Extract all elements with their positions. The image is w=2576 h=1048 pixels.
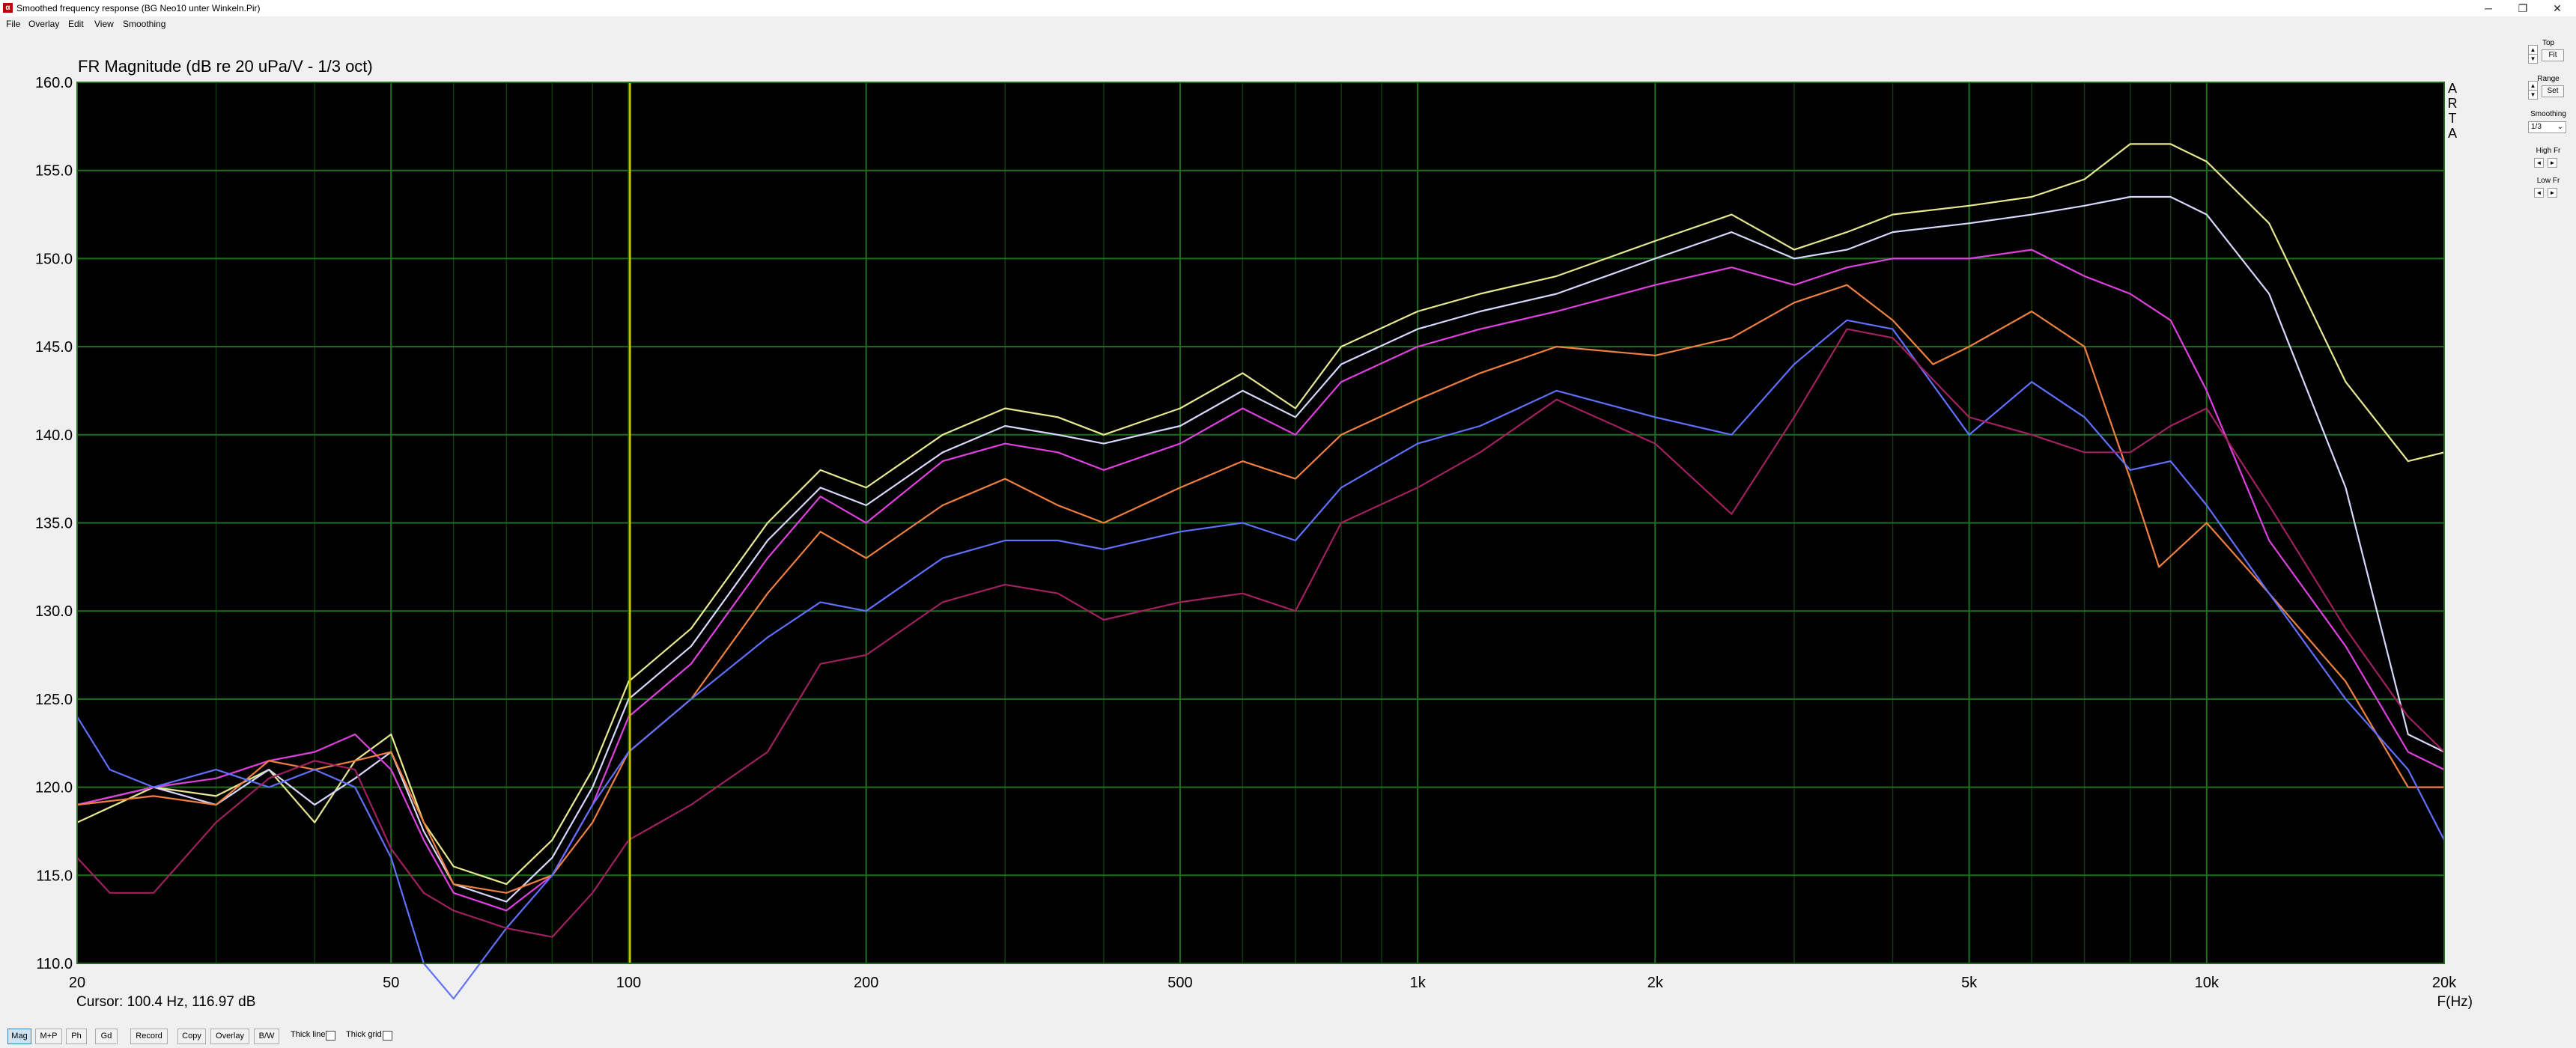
arta-letter-a1: A xyxy=(2447,81,2457,96)
thick-grid-label: Thick grid xyxy=(346,1030,382,1039)
mag-button[interactable]: Mag xyxy=(7,1029,31,1044)
x-tick-label: 1k xyxy=(1410,975,1427,991)
y-tick-label: 130.0 xyxy=(35,603,73,620)
x-tick-label: 5k xyxy=(1961,975,1978,991)
y-tick-label: 125.0 xyxy=(35,692,73,708)
y-tick-label: 120.0 xyxy=(35,780,73,796)
bw-button[interactable]: B/W xyxy=(254,1029,279,1044)
top-down-spinner[interactable]: ▼ xyxy=(2528,54,2538,64)
arta-letter-t: T xyxy=(2448,111,2457,126)
x-tick-label: 50 xyxy=(383,975,399,991)
thick-grid-checkbox[interactable] xyxy=(383,1031,392,1041)
frequency-response-chart[interactable]: 20 50 100 200 500 1k 2k 5k 10k 20k 110.0 115.0 120.0… xyxy=(0,0,2576,1048)
x-tick-label: 500 xyxy=(1167,975,1192,991)
x-tick-label: 20k xyxy=(2432,975,2457,991)
copy-button[interactable]: Copy xyxy=(177,1029,206,1044)
fit-button[interactable]: Fit xyxy=(2542,49,2564,61)
chevron-down-icon: ⌄ xyxy=(2557,123,2563,131)
record-button[interactable]: Record xyxy=(130,1029,168,1044)
low-fr-left-arrow[interactable]: ◄ xyxy=(2534,188,2544,198)
x-tick-label: 200 xyxy=(854,975,878,991)
smoothing-value: 1/3 xyxy=(2531,123,2542,131)
high-fr-right-arrow[interactable]: ► xyxy=(2548,158,2557,168)
y-tick-label: 135.0 xyxy=(35,516,73,532)
overlay-button[interactable]: Overlay xyxy=(210,1029,249,1044)
bottom-toolbar: Mag M+P Ph Gd Record Copy Overlay B/W Th… xyxy=(0,1024,2576,1047)
y-tick-label: 115.0 xyxy=(36,868,73,884)
ph-button[interactable]: Ph xyxy=(66,1029,87,1044)
arta-brand: A R T A xyxy=(2447,81,2458,141)
gd-button[interactable]: Gd xyxy=(95,1029,118,1044)
low-fr-label: Low Fr xyxy=(2536,177,2560,185)
mp-button[interactable]: M+P xyxy=(35,1029,62,1044)
high-fr-label: High Fr xyxy=(2536,147,2561,155)
x-axis-unit: F(Hz) xyxy=(2437,994,2473,1010)
y-tick-label: 110.0 xyxy=(36,956,73,972)
range-down-spinner[interactable]: ▼ xyxy=(2528,90,2538,100)
x-tick-label: 10k xyxy=(2195,975,2220,991)
right-control-panel: Top ▲ ▼ Fit Range ▲ ▼ Set Smoothing 1/3 … xyxy=(2524,33,2576,205)
thick-line-label: Thick line xyxy=(291,1030,326,1039)
x-tick-label: 2k xyxy=(1647,975,1664,991)
set-button[interactable]: Set xyxy=(2542,85,2564,97)
smoothing-label: Smoothing xyxy=(2530,110,2566,118)
high-fr-left-arrow[interactable]: ◄ xyxy=(2534,158,2544,168)
y-tick-label: 145.0 xyxy=(35,339,73,356)
y-tick-label: 160.0 xyxy=(35,75,73,91)
arta-letter-r: R xyxy=(2447,96,2458,111)
x-tick-label: 100 xyxy=(616,975,641,991)
cursor-readout: Cursor: 100.4 Hz, 116.97 dB xyxy=(76,994,256,1010)
smoothing-select[interactable]: 1/3 ⌄ xyxy=(2528,121,2566,133)
y-tick-label: 155.0 xyxy=(35,163,73,180)
thick-line-checkbox[interactable] xyxy=(326,1031,335,1041)
low-fr-right-arrow[interactable]: ► xyxy=(2548,188,2557,198)
y-tick-label: 140.0 xyxy=(35,427,73,444)
x-tick-label: 20 xyxy=(69,975,85,991)
arta-letter-a2: A xyxy=(2447,126,2457,141)
y-tick-label: 150.0 xyxy=(35,251,73,267)
